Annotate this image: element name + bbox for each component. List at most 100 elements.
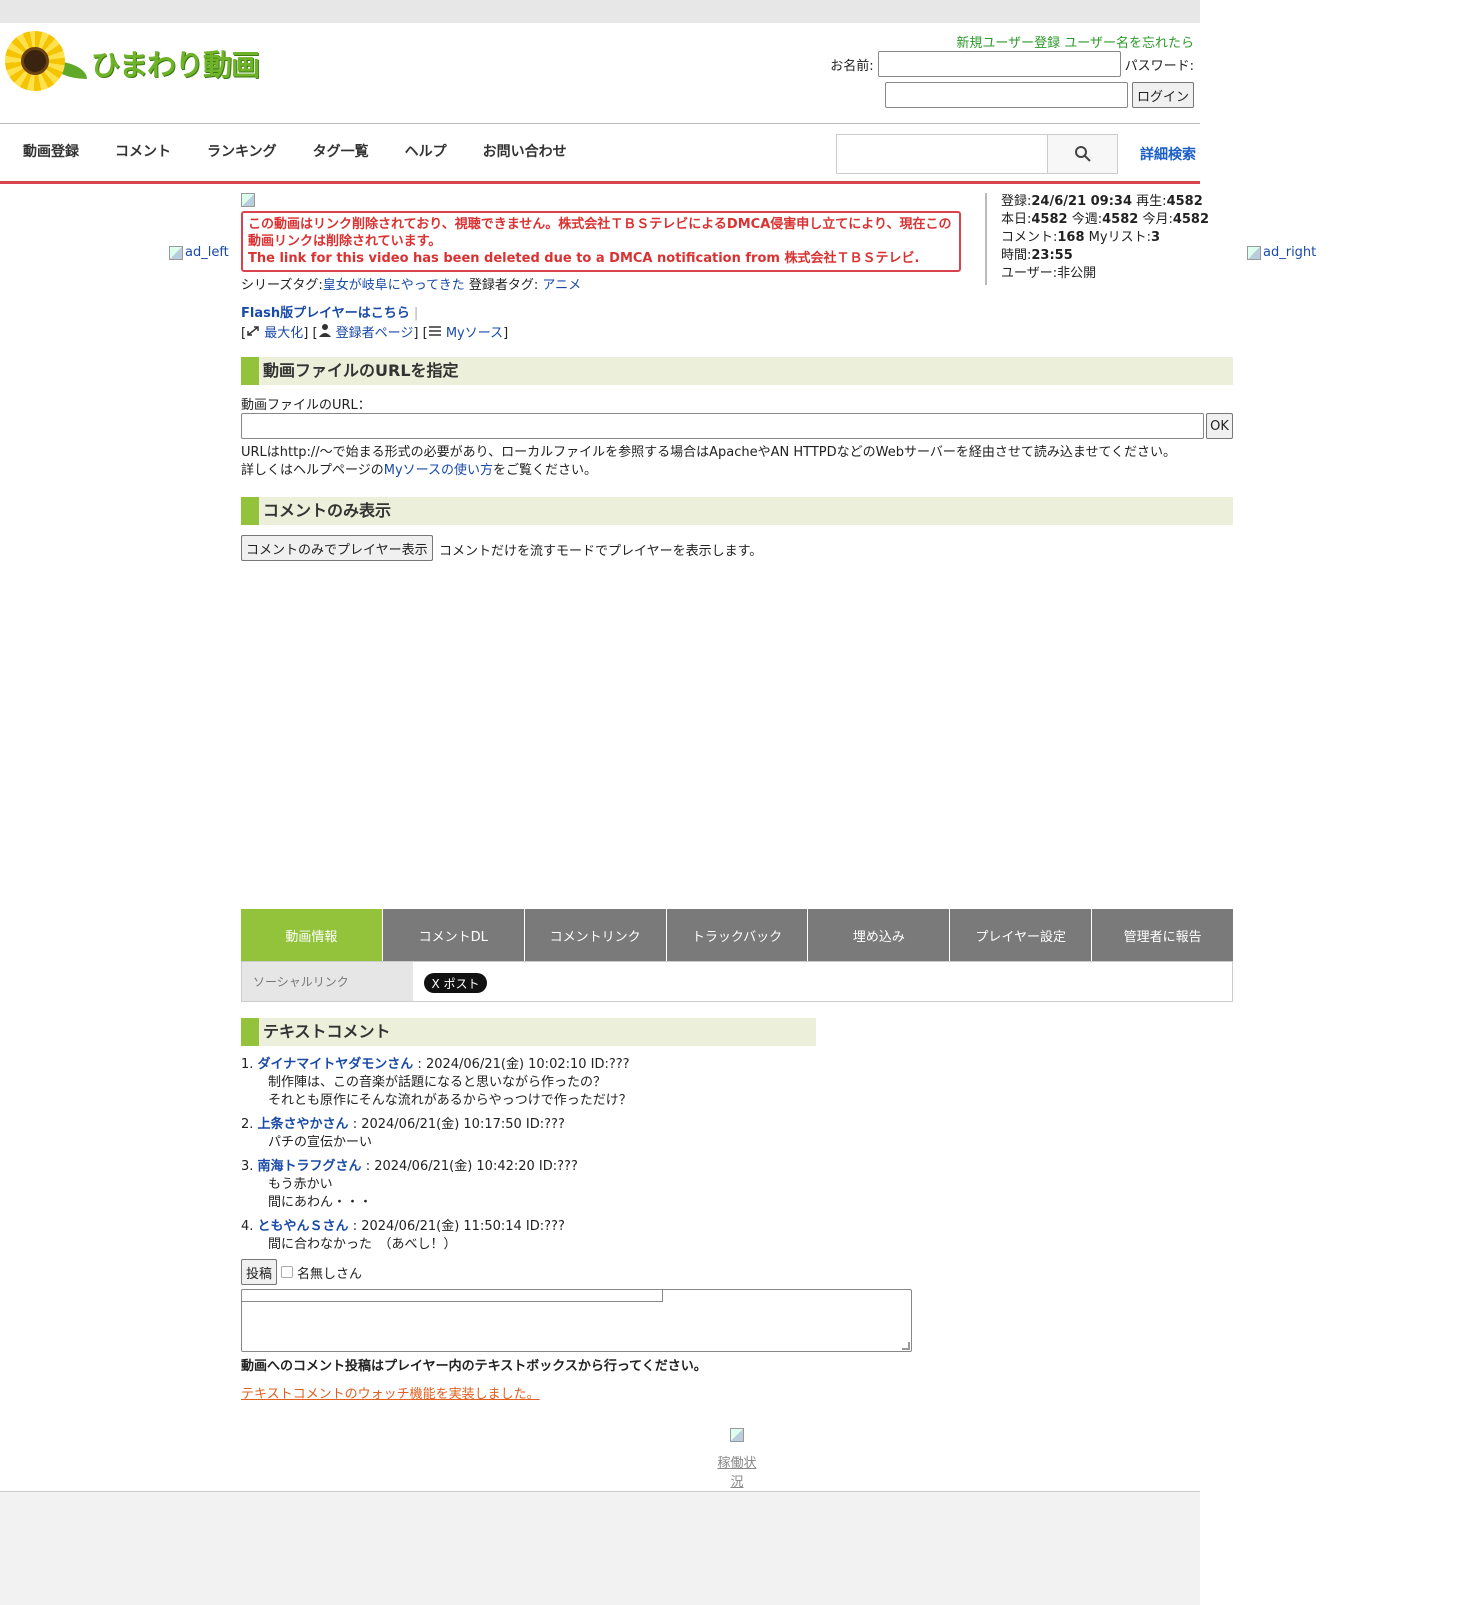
comment-body-line: パチの宣伝かーい xyxy=(268,1135,373,1150)
comment-textarea[interactable] xyxy=(241,1289,912,1352)
tab-comment-dl[interactable]: コメントDL xyxy=(382,909,525,961)
comment-only-desc: コメントだけを流すモードでプレイヤーを表示します。 xyxy=(439,544,763,559)
search-button[interactable] xyxy=(1047,135,1117,173)
url-label: 動画ファイルのURL： xyxy=(241,398,371,413)
tab-trackback[interactable]: トラックバック xyxy=(666,909,809,961)
url-note: URLはhttp://～で始まる形式の必要があり、ローカルファイルを参照する場合… xyxy=(241,444,1176,480)
name-label: お名前: xyxy=(830,58,874,74)
comment-author-link[interactable]: 南海トラフグさん xyxy=(258,1159,362,1174)
month-label: 今月: xyxy=(1142,212,1173,227)
comment-number: 2. xyxy=(241,1117,254,1132)
comment-body-line: それとも原作にそんな流れがあるからやっつけで作っただけ？ xyxy=(268,1093,632,1108)
my-source-help-link[interactable]: Myソースの使い方 xyxy=(384,463,493,478)
nav-item-ranking[interactable]: ランキング xyxy=(189,124,295,181)
nav-item-help[interactable]: ヘルプ xyxy=(387,124,465,181)
tab-video-info[interactable]: 動画情報 xyxy=(241,909,383,961)
list-item: 2. 上条さやかさん : 2024/06/21(金) 10:17:50 ID:?… xyxy=(241,1116,941,1152)
mylist-label: Myリスト: xyxy=(1088,230,1151,245)
top-strip xyxy=(0,0,1200,23)
plays-value: 4582 xyxy=(1166,194,1203,209)
series-tag-link[interactable]: 皇女が岐阜にやってきた xyxy=(323,278,465,293)
login-button[interactable]: ログイン xyxy=(1131,82,1194,108)
month-value: 4582 xyxy=(1172,212,1210,227)
password-input[interactable] xyxy=(884,82,1128,108)
name-input[interactable] xyxy=(877,51,1121,77)
text-comments-heading: テキストコメント xyxy=(241,1018,816,1046)
search-icon xyxy=(1074,146,1091,162)
comment-author-link[interactable]: ともやんＳさん xyxy=(258,1219,349,1234)
anonymous-checkbox[interactable] xyxy=(281,1266,294,1278)
post-button[interactable]: 投稿 xyxy=(241,1259,278,1285)
video-links: Flash版プレイヤーはこちら | [ 最大化] [ 登録者ページ] [ Myソ… xyxy=(241,306,509,341)
my-source-link[interactable]: Myソース xyxy=(446,326,503,341)
uploader-tag-link[interactable]: アニメ xyxy=(542,278,581,293)
ad-left[interactable]: ad_left xyxy=(169,245,229,260)
plays-label: 再生: xyxy=(1136,194,1167,209)
comment-name-field[interactable] xyxy=(242,1290,663,1302)
info-tabs: 動画情報 コメントDL コメントリンク トラックバック 埋め込み プレイヤー設定… xyxy=(241,909,1234,961)
login-row: お名前: パスワード: xyxy=(830,51,1194,77)
ad-left-alt: ad_left xyxy=(185,245,229,260)
advanced-search-link[interactable]: 詳細検索 xyxy=(1140,144,1196,164)
tab-report[interactable]: 管理者に報告 xyxy=(1092,909,1234,961)
tab-comment-link[interactable]: コメントリンク xyxy=(524,909,667,961)
broken-image-icon xyxy=(241,193,255,207)
comment-number: 4. xyxy=(241,1219,254,1234)
week-label: 今週: xyxy=(1071,212,1103,227)
comment-meta: : 2024/06/21(金) 10:17:50 ID:??? xyxy=(348,1117,565,1132)
alert-text-en: The link for this video has been deleted… xyxy=(248,251,920,266)
comment-author-link[interactable]: 上条さやかさん xyxy=(258,1117,349,1132)
url-section-heading: 動画ファイルのURLを指定 xyxy=(241,357,1233,385)
comment-body-line: 制作陣は、この音楽が話題になると思いながら作ったの？ xyxy=(268,1075,607,1090)
nav-item-tags[interactable]: タグ一覧 xyxy=(295,124,387,181)
comment-number: 3. xyxy=(241,1159,254,1174)
comment-meta: : 2024/06/21(金) 10:42:20 ID:??? xyxy=(361,1159,578,1174)
comment-number: 1. xyxy=(241,1057,254,1072)
forgot-username-link[interactable]: ユーザー名を忘れたら xyxy=(1064,36,1194,51)
text-comment-list: 1. ダイナマイトヤダモンさん : 2024/06/21(金) 10:02:10… xyxy=(241,1056,941,1260)
url-ok-button[interactable]: OK xyxy=(1206,413,1233,439)
week-value: 4582 xyxy=(1102,212,1139,227)
status-link[interactable]: 稼働状況 xyxy=(712,1452,762,1490)
account-links: 新規ユーザー登録 ユーザー名を忘れたら xyxy=(956,32,1194,51)
uploader-page-link[interactable]: 登録者ページ xyxy=(336,326,414,341)
register-link[interactable]: 新規ユーザー登録 xyxy=(956,36,1060,51)
main-nav: 動画登録 コメント ランキング タグ一覧 ヘルプ お問い合わせ 詳細検索 xyxy=(0,124,1200,184)
x-post-button[interactable]: X ポスト xyxy=(424,973,487,993)
url-note-2-post: をご覧ください。 xyxy=(493,463,598,478)
comments-value: 168 xyxy=(1057,230,1085,245)
comment-meta: : 2024/06/21(金) 11:50:14 ID:??? xyxy=(348,1219,565,1234)
user-icon xyxy=(318,324,331,337)
tab-embed[interactable]: 埋め込み xyxy=(808,909,951,961)
social-links-label: ソーシャルリンク xyxy=(242,962,413,1001)
nav-item-contact[interactable]: お問い合わせ xyxy=(465,124,585,181)
comment-body-line: 間にあわん・・・ xyxy=(268,1195,373,1210)
search-box xyxy=(836,134,1118,174)
maximize-link[interactable]: 最大化 xyxy=(264,326,303,341)
comment-only-player-button[interactable]: コメントのみでプレイヤー表示 xyxy=(241,535,433,561)
watch-feature-link[interactable]: テキストコメントのウォッチ機能を実装しました。 xyxy=(241,1383,540,1402)
resize-grip-icon[interactable] xyxy=(902,1342,910,1350)
site-logo[interactable]: ひまわり動画 xyxy=(5,31,260,91)
site-header: ひまわり動画 新規ユーザー登録 ユーザー名を忘れたら お名前: パスワード: ロ… xyxy=(0,23,1200,124)
dmca-alert: この動画はリンク削除されており、視聴できません。株式会社ＴＢＳテレビによるDMC… xyxy=(241,211,961,272)
url-note-1: URLはhttp://～で始まる形式の必要があり、ローカルファイルを参照する場合… xyxy=(241,445,1177,460)
nav-item-comments[interactable]: コメント xyxy=(97,124,189,181)
list-item: 3. 南海トラフグさん : 2024/06/21(金) 10:42:20 ID:… xyxy=(241,1158,941,1212)
video-info: この動画はリンク削除されており、視聴できません。株式会社ＴＢＳテレビによるDMC… xyxy=(241,193,961,343)
nav-item-upload[interactable]: 動画登録 xyxy=(5,124,97,181)
broken-image-icon xyxy=(169,245,183,260)
anonymous-label: 名無しさん xyxy=(297,1266,363,1282)
maximize-icon xyxy=(247,326,259,336)
comment-author-link[interactable]: ダイナマイトヤダモンさん xyxy=(258,1057,414,1072)
video-url-input[interactable] xyxy=(241,413,1204,439)
ad-right[interactable]: ad_right xyxy=(1247,245,1316,260)
user-label: ユーザー: xyxy=(1001,266,1058,281)
user-value: 非公開 xyxy=(1057,266,1097,281)
post-row: 投稿 名無しさん xyxy=(241,1259,362,1285)
tab-player-settings[interactable]: プレイヤー設定 xyxy=(950,909,1093,961)
search-input[interactable] xyxy=(837,135,1047,173)
uploader-tag-label: 登録者タグ: xyxy=(468,278,539,293)
today-value: 4582 xyxy=(1031,212,1068,227)
flash-player-link[interactable]: Flash版プレイヤーはこちら xyxy=(241,306,410,321)
